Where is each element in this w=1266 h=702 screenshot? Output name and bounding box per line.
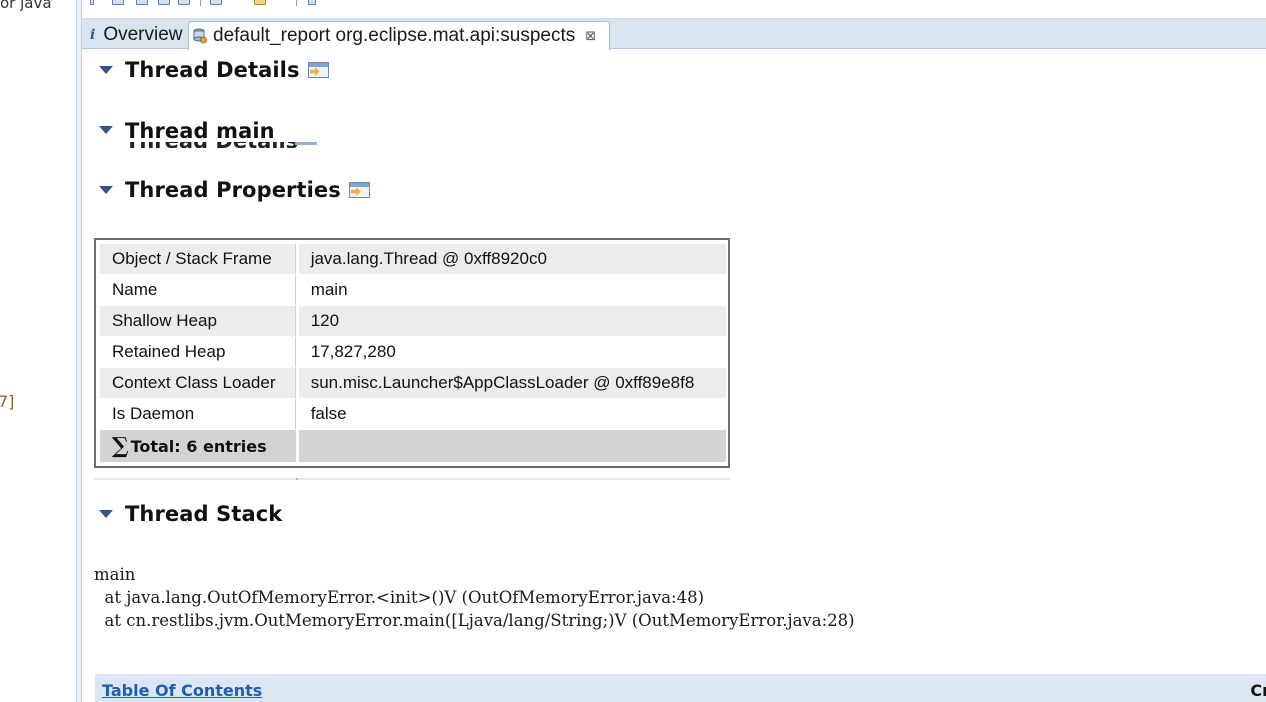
collapse-triangle-icon[interactable] — [99, 125, 113, 134]
property-key: Name — [100, 275, 296, 305]
close-icon[interactable]: ⊠ — [585, 28, 596, 44]
section-thread-properties[interactable]: Thread Properties — [82, 178, 371, 202]
toolbar-button-icon[interactable] — [308, 0, 316, 5]
sum-icon: ∑ — [112, 433, 129, 459]
section-title: Thread Stack — [125, 502, 283, 526]
details-icon[interactable] — [348, 181, 371, 199]
collapse-triangle-icon[interactable] — [99, 186, 113, 194]
toolbar-separator — [296, 0, 297, 6]
info-icon: i — [90, 27, 96, 43]
total-label-cell: ∑ Total: 6 entries — [100, 430, 296, 462]
toolbar-button-icon[interactable] — [112, 0, 124, 5]
table-of-contents-link[interactable]: Table Of Contents — [102, 681, 262, 700]
left-pane: or java 7] — [0, 0, 76, 702]
toolbar-button-icon[interactable] — [158, 0, 170, 5]
property-key: Context Class Loader — [100, 368, 296, 398]
tab-overview-label: Overview — [103, 24, 183, 45]
total-value-cell — [298, 430, 726, 462]
editor-tab-bar: i Overview default_report org.eclipse.ma… — [82, 19, 1266, 50]
total-label: Total: 6 entries — [130, 436, 267, 456]
left-pane-text-fragment-2: 7] — [0, 392, 15, 411]
table-row[interactable]: Is Daemon false — [100, 399, 726, 429]
property-value: 120 — [298, 306, 726, 336]
toolbar-button-icon[interactable] — [136, 0, 148, 5]
overlapping-heading-fragment: Thread Details — [125, 142, 320, 148]
property-value: main — [310, 280, 348, 299]
property-value: java.lang.Thread @ 0xff8920c0 — [298, 244, 726, 274]
property-key: Is Daemon — [100, 399, 296, 429]
thread-stack-trace: main at java.lang.OutOfMemoryError.<init… — [94, 563, 855, 632]
table-row[interactable]: Name main — [100, 275, 726, 305]
table-row[interactable]: Context Class Loader sun.misc.Launcher$A… — [100, 368, 726, 398]
section-title: Thread Properties — [125, 178, 341, 202]
toolbar-button-icon[interactable] — [178, 0, 190, 5]
tab-default-report-label: default_report org.eclipse.mat.api:suspe… — [213, 25, 576, 46]
collapse-triangle-icon[interactable] — [99, 510, 113, 518]
property-value: sun.misc.Launcher$AppClassLoader @ 0xff8… — [298, 368, 726, 398]
report-content: Thread Details Thread main Thread Detail… — [82, 50, 1266, 702]
toolbar-button-icon[interactable] — [210, 0, 222, 5]
property-key: Object / Stack Frame — [100, 244, 296, 274]
editor-toolbar — [82, 0, 1266, 19]
tab-overview[interactable]: i Overview — [84, 21, 187, 49]
table-total-row: ∑ Total: 6 entries — [100, 430, 726, 462]
section-thread-main[interactable]: Thread main — [82, 119, 275, 140]
thread-properties-table: Object / Stack Frame java.lang.Thread @ … — [94, 238, 730, 468]
table-divider — [94, 478, 730, 480]
report-icon — [193, 28, 207, 44]
section-title: Thread main — [125, 119, 275, 140]
toolbar-separator — [200, 0, 201, 6]
left-pane-text-fragment: or java — [0, 0, 52, 12]
table-row[interactable]: Object / Stack Frame java.lang.Thread @ … — [100, 244, 726, 274]
footer-right-fragment: Cr — [1250, 681, 1266, 700]
details-icon[interactable] — [307, 61, 330, 79]
table-row[interactable]: Retained Heap 17,827,280 — [100, 337, 726, 367]
toolbar-button-icon[interactable] — [254, 0, 266, 5]
tab-default-report[interactable]: default_report org.eclipse.mat.api:suspe… — [188, 21, 610, 50]
stack-thread-name: main — [94, 565, 136, 584]
property-key: Shallow Heap — [100, 306, 296, 336]
property-value: 17,827,280 — [310, 342, 396, 361]
property-value: false — [310, 404, 347, 423]
stack-frame: at java.lang.OutOfMemoryError.<init>()V … — [94, 588, 705, 607]
property-key: Retained Heap — [100, 337, 296, 367]
section-thread-details[interactable]: Thread Details — [82, 58, 330, 82]
report-footer: Table Of Contents Cr — [95, 674, 1266, 702]
stack-frame: at cn.restlibs.jvm.OutMemoryError.main([… — [94, 611, 855, 630]
toolbar-button-icon[interactable] — [90, 0, 94, 5]
section-thread-stack[interactable]: Thread Stack — [82, 502, 282, 526]
table-row[interactable]: Shallow Heap 120 — [100, 306, 726, 336]
section-title: Thread Details — [125, 58, 300, 82]
collapse-triangle-icon[interactable] — [99, 66, 113, 74]
